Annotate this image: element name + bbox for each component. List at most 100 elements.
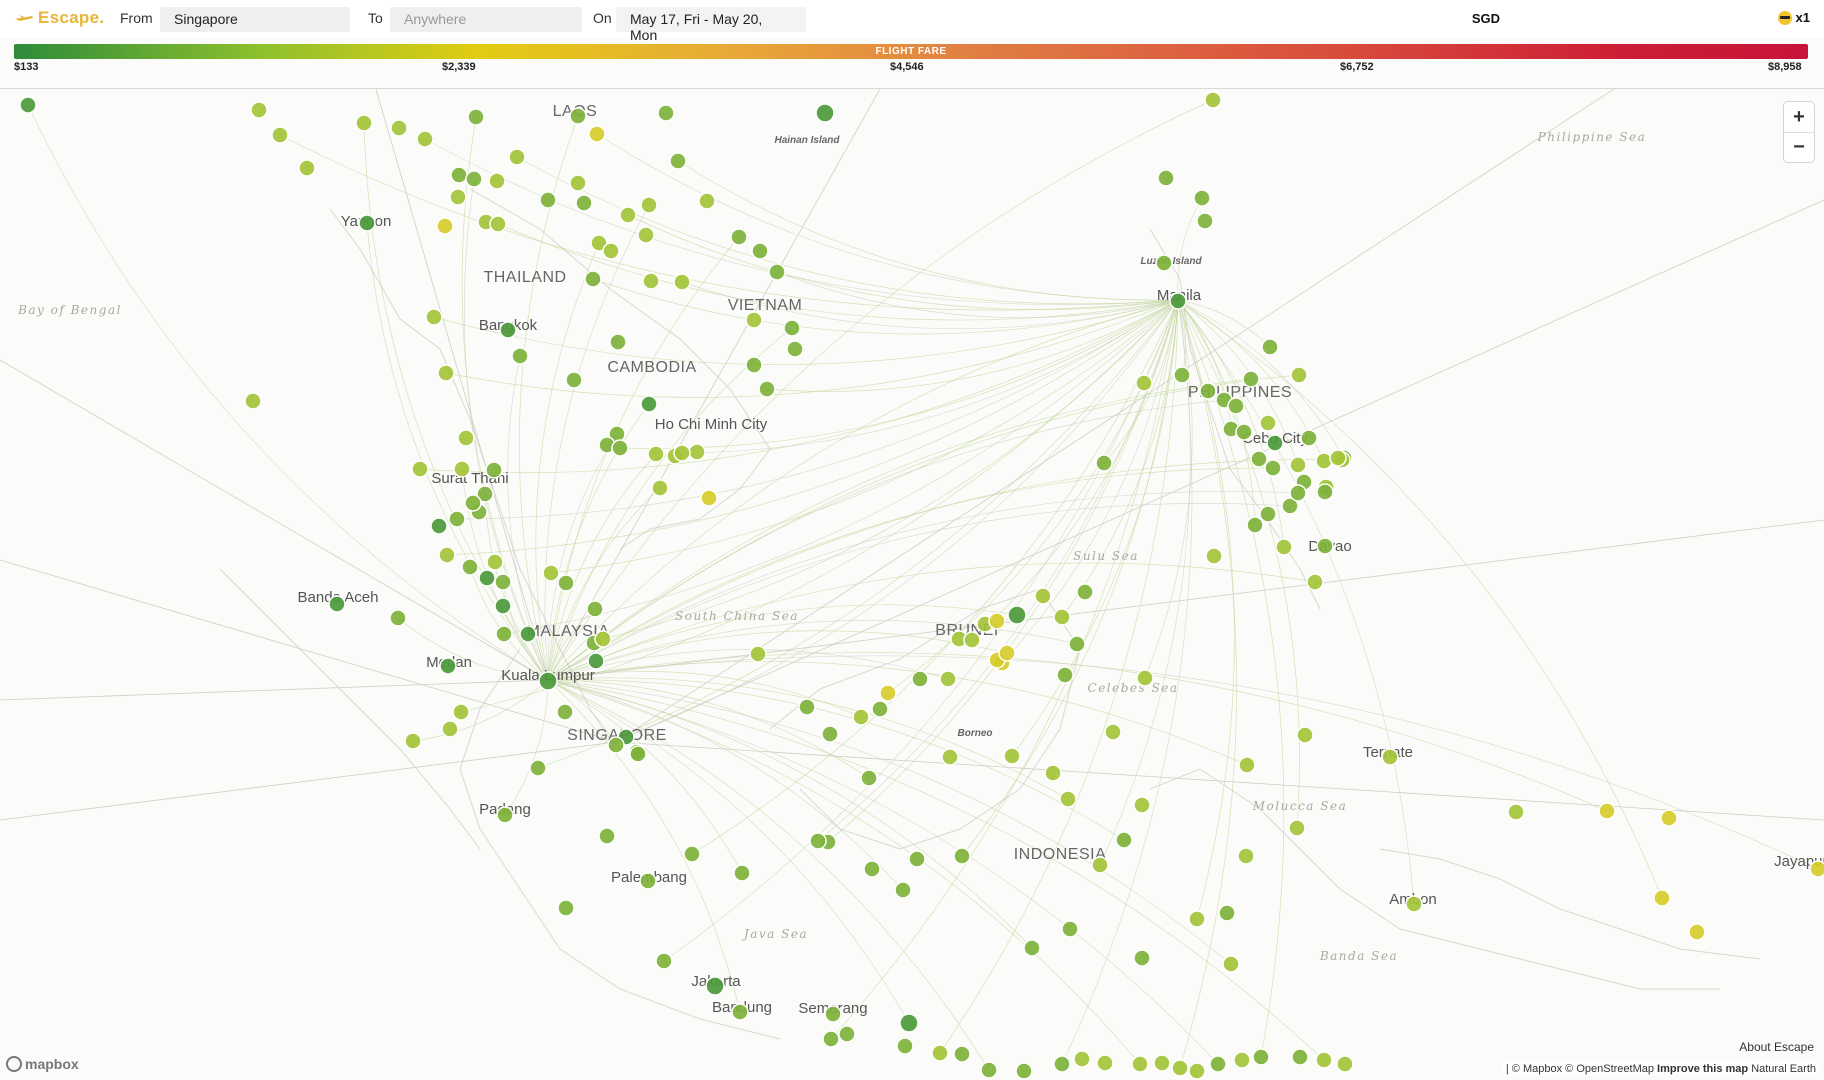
destination-marker-dot[interactable] [1381, 748, 1399, 766]
destination-marker-dot[interactable] [1300, 429, 1318, 447]
destination-marker[interactable] [669, 152, 687, 170]
destination-marker-dot[interactable] [673, 444, 691, 462]
destination-marker[interactable] [430, 517, 448, 535]
destination-marker[interactable] [1296, 726, 1314, 744]
destination-marker-dot[interactable] [602, 242, 620, 260]
destination-marker[interactable] [749, 645, 767, 663]
destination-marker[interactable] [1034, 587, 1052, 605]
destination-marker[interactable] [508, 148, 526, 166]
destination-marker-dot[interactable] [453, 460, 471, 478]
destination-marker[interactable] [1205, 547, 1223, 565]
destination-marker[interactable] [586, 600, 604, 618]
mapbox-logo[interactable]: mapbox [6, 1056, 79, 1072]
destination-marker[interactable] [1204, 91, 1222, 109]
destination-marker[interactable] [594, 630, 612, 648]
destination-marker[interactable] [1242, 370, 1260, 388]
destination-marker-dot[interactable] [640, 196, 658, 214]
destination-marker[interactable] [557, 899, 575, 917]
destination-marker[interactable] [390, 119, 408, 137]
destination-marker-dot[interactable] [494, 573, 512, 591]
destination-marker-dot[interactable] [939, 670, 957, 688]
destination-marker-dot[interactable] [575, 194, 593, 212]
destination-marker-dot[interactable] [1296, 726, 1314, 744]
destination-marker[interactable] [894, 881, 912, 899]
destination-marker[interactable] [1291, 1048, 1309, 1066]
destination-marker-dot[interactable] [1015, 1062, 1033, 1080]
destination-marker-dot[interactable] [1196, 212, 1214, 230]
destination-marker[interactable] [588, 125, 606, 143]
destination-marker-dot[interactable] [1233, 1051, 1251, 1069]
destination-marker-dot[interactable] [461, 558, 479, 576]
destination-marker[interactable] [1598, 802, 1616, 820]
destination-marker-dot[interactable] [441, 720, 459, 738]
destination-marker[interactable] [1056, 666, 1074, 684]
destination-marker[interactable] [1238, 756, 1256, 774]
destination-marker-dot[interactable] [1261, 338, 1279, 356]
destination-marker[interactable] [1218, 904, 1236, 922]
destination-marker[interactable] [1381, 748, 1399, 766]
destination-marker[interactable] [745, 311, 763, 329]
destination-marker-dot[interactable] [838, 1025, 856, 1043]
destination-marker-dot[interactable] [1059, 790, 1077, 808]
destination-marker[interactable] [1653, 889, 1671, 907]
destination-marker[interactable] [639, 872, 657, 890]
destination-marker-dot[interactable] [598, 827, 616, 845]
destination-marker-dot[interactable] [1157, 169, 1175, 187]
destination-marker-dot[interactable] [486, 553, 504, 571]
destination-marker[interactable] [941, 748, 959, 766]
destination-marker-dot[interactable] [640, 395, 658, 413]
destination-marker[interactable] [1809, 860, 1824, 878]
destination-marker-dot[interactable] [485, 461, 503, 479]
destination-marker[interactable] [1188, 1062, 1206, 1080]
destination-marker-dot[interactable] [465, 170, 483, 188]
destination-marker[interactable] [449, 188, 467, 206]
destination-marker[interactable] [1507, 803, 1525, 821]
destination-marker[interactable] [461, 558, 479, 576]
destination-marker[interactable] [1023, 939, 1041, 957]
destination-marker-dot[interactable] [495, 625, 513, 643]
destination-marker-dot[interactable] [1205, 547, 1223, 565]
destination-marker-dot[interactable] [1222, 955, 1240, 973]
destination-marker[interactable] [673, 273, 691, 291]
destination-marker-dot[interactable] [1235, 423, 1253, 441]
destination-marker-dot[interactable] [733, 864, 751, 882]
destination-marker[interactable] [542, 564, 560, 582]
destination-marker[interactable] [751, 242, 769, 260]
destination-marker[interactable] [488, 172, 506, 190]
destination-marker-dot[interactable] [683, 845, 701, 863]
destination-marker-dot[interactable] [688, 443, 706, 461]
destination-marker-dot[interactable] [358, 214, 376, 232]
destination-marker-dot[interactable] [698, 192, 716, 210]
destination-marker-dot[interactable] [786, 340, 804, 358]
destination-marker-dot[interactable] [449, 188, 467, 206]
destination-marker-dot[interactable] [586, 600, 604, 618]
destination-marker-dot[interactable] [783, 319, 801, 337]
destination-marker[interactable] [1091, 856, 1109, 874]
destination-marker[interactable] [465, 170, 483, 188]
destination-marker-dot[interactable] [651, 479, 669, 497]
destination-marker-dot[interactable] [538, 671, 558, 691]
destination-marker[interactable] [1003, 747, 1021, 765]
destination-marker[interactable] [1095, 454, 1113, 472]
destination-marker[interactable] [1209, 1055, 1227, 1073]
destination-marker-dot[interactable] [298, 159, 316, 177]
date-range-input[interactable]: May 17, Fri - May 20, Mon [616, 7, 806, 43]
destination-marker[interactable] [809, 832, 827, 850]
destination-marker-dot[interactable] [499, 321, 517, 339]
destination-marker[interactable] [1316, 537, 1334, 555]
destination-marker-dot[interactable] [1289, 484, 1307, 502]
destination-marker[interactable] [1235, 423, 1253, 441]
destination-marker-dot[interactable] [437, 364, 455, 382]
destination-marker[interactable] [438, 546, 456, 564]
destination-marker[interactable] [1259, 414, 1277, 432]
destination-marker[interactable] [939, 670, 957, 688]
destination-marker[interactable] [730, 228, 748, 246]
destination-marker[interactable] [602, 242, 620, 260]
destination-marker-dot[interactable] [569, 107, 587, 125]
destination-marker-dot[interactable] [988, 612, 1006, 630]
destination-marker-dot[interactable] [569, 174, 587, 192]
destination-marker-dot[interactable] [852, 708, 870, 726]
destination-marker-dot[interactable] [821, 725, 839, 743]
destination-marker-dot[interactable] [1209, 1055, 1227, 1073]
destination-marker-dot[interactable] [1315, 1051, 1333, 1069]
